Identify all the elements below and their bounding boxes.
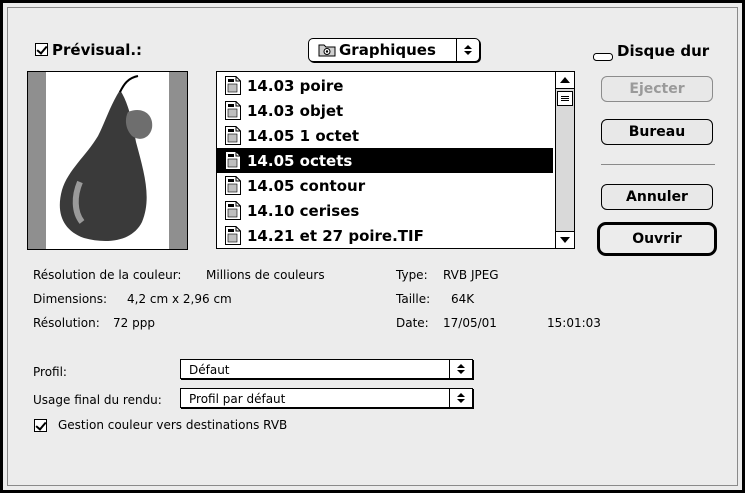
resolution-label: Résolution: <box>33 316 100 330</box>
dimensions-value: 4,2 cm x 2,96 cm <box>127 292 232 306</box>
popup-arrows-icon <box>449 389 472 407</box>
cancel-button[interactable]: Annuler <box>601 184 713 210</box>
file-name: 14.03 objet <box>247 101 344 120</box>
disk-icon <box>593 47 613 66</box>
resolution-value: 72 ppp <box>113 316 155 330</box>
pear-image <box>28 72 187 249</box>
button-divider <box>601 164 715 165</box>
file-row[interactable]: 14.05 1 octet <box>217 123 553 148</box>
scroll-up-arrow-icon <box>560 77 570 83</box>
open-button[interactable]: Ouvrir <box>597 222 717 256</box>
file-row[interactable]: 14.03 poire <box>217 73 553 98</box>
profile-popup-value: Défaut <box>189 363 230 377</box>
rendering-intent-popup[interactable]: Profil par défaut <box>180 388 473 408</box>
file-list-scrollbar[interactable] <box>555 72 574 248</box>
color-resolution-value: Millions de couleurs <box>206 268 325 282</box>
rendering-intent-value: Profil par défaut <box>189 392 286 406</box>
eject-button[interactable]: Ejecter <box>601 76 713 102</box>
date-label: Date: <box>396 316 429 330</box>
scroll-down-button[interactable] <box>556 231 574 248</box>
size-label: Taille: <box>396 292 431 306</box>
file-name: 14.05 1 octet <box>247 126 360 145</box>
scroll-thumb[interactable] <box>557 91 573 106</box>
profile-label: Profil: <box>33 365 67 379</box>
color-resolution-label: Résolution de la couleur: <box>33 268 182 282</box>
rendering-intent-label: Usage final du rendu: <box>33 393 162 407</box>
file-name: 14.05 contour <box>247 176 366 195</box>
scroll-down-arrow-icon <box>560 237 570 243</box>
image-file-icon <box>225 151 241 170</box>
folder-icon <box>318 42 336 61</box>
profile-popup[interactable]: Défaut <box>180 359 473 379</box>
color-management-label: Gestion couleur vers destinations RVB <box>58 418 288 432</box>
folder-popup-label: Graphiques <box>339 41 436 59</box>
popup-arrows-icon <box>456 39 479 61</box>
folder-popup[interactable]: Graphiques <box>308 38 480 62</box>
desktop-button[interactable]: Bureau <box>601 119 713 145</box>
image-file-icon <box>225 226 241 245</box>
file-row[interactable]: 14.10 cerises <box>217 198 553 223</box>
file-name: 14.21 et 27 poire.TIF <box>247 226 424 245</box>
popup-arrows-icon <box>449 360 472 378</box>
dimensions-label: Dimensions: <box>33 292 108 306</box>
date-value: 17/05/01 <box>443 316 497 330</box>
preview-label: Prévisual.: <box>52 41 143 59</box>
type-label: Type: <box>396 268 428 282</box>
scroll-up-button[interactable] <box>556 72 574 89</box>
image-preview <box>27 71 188 250</box>
time-value: 15:01:03 <box>547 316 601 330</box>
file-row[interactable]: 14.03 objet <box>217 98 553 123</box>
file-name: 14.10 cerises <box>247 201 360 220</box>
file-row[interactable]: 14.05 octets <box>217 148 553 173</box>
color-management-checkbox[interactable] <box>34 419 47 432</box>
preview-checkbox[interactable] <box>35 43 48 56</box>
disk-label: Disque dur <box>617 42 710 60</box>
file-row[interactable]: 14.05 contour <box>217 173 553 198</box>
file-list[interactable]: 14.03 poire 14.03 objet 14.05 1 octet 14.05… <box>216 71 575 249</box>
file-name: 14.03 poire <box>247 76 344 95</box>
file-name: 14.05 octets <box>247 151 353 170</box>
image-file-icon <box>225 101 241 120</box>
type-value: RVB JPEG <box>443 268 499 282</box>
image-file-icon <box>225 176 241 195</box>
image-file-icon <box>225 201 241 220</box>
file-row[interactable]: 14.21 et 27 poire.TIF <box>217 223 553 248</box>
size-value: 64K <box>451 292 475 306</box>
open-file-dialog: Prévisual.: Graphiques Disque dur 14.03 … <box>0 0 745 493</box>
image-file-icon <box>225 126 241 145</box>
image-file-icon <box>225 76 241 95</box>
